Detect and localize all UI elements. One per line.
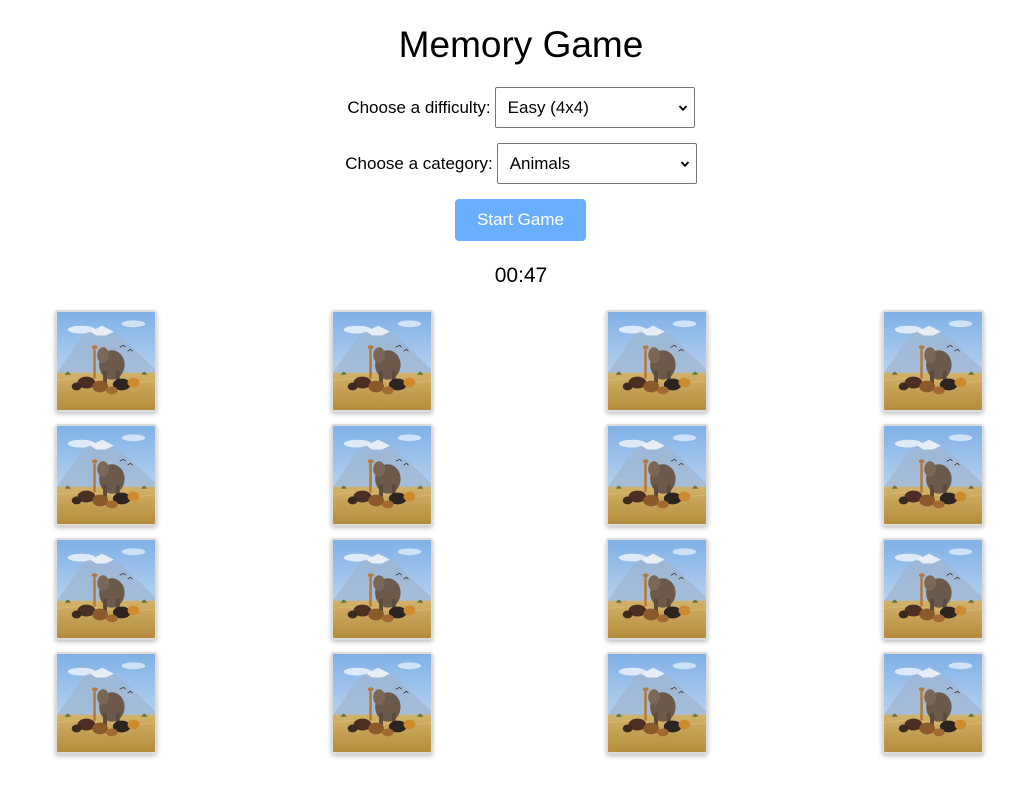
memory-card[interactable] (882, 424, 984, 526)
memory-card[interactable] (606, 652, 708, 754)
safari-animals-image (884, 540, 982, 638)
memory-card[interactable] (55, 538, 157, 640)
memory-card[interactable] (55, 310, 157, 412)
memory-card[interactable] (606, 424, 708, 526)
memory-card[interactable] (882, 652, 984, 754)
safari-animals-image (608, 654, 706, 752)
safari-animals-image (333, 654, 431, 752)
safari-animals-image (57, 654, 155, 752)
safari-animals-image (333, 426, 431, 524)
memory-card[interactable] (331, 310, 433, 412)
memory-card[interactable] (882, 310, 984, 412)
safari-animals-image (608, 540, 706, 638)
safari-animals-image (57, 426, 155, 524)
safari-animals-image (57, 540, 155, 638)
memory-game-app: Memory Game Choose a difficulty: Easy (4… (0, 0, 1024, 790)
safari-animals-image (608, 312, 706, 410)
memory-card[interactable] (331, 424, 433, 526)
memory-card[interactable] (606, 538, 708, 640)
safari-animals-image (333, 312, 431, 410)
safari-animals-image (57, 312, 155, 410)
memory-card[interactable] (606, 310, 708, 412)
safari-animals-image (608, 426, 706, 524)
memory-card[interactable] (55, 424, 157, 526)
safari-animals-image (333, 540, 431, 638)
memory-card[interactable] (331, 538, 433, 640)
safari-animals-image (884, 426, 982, 524)
memory-card[interactable] (55, 652, 157, 754)
memory-card[interactable] (331, 652, 433, 754)
safari-animals-image (884, 654, 982, 752)
memory-card[interactable] (882, 538, 984, 640)
safari-animals-image (884, 312, 982, 410)
card-grid (0, 0, 1024, 790)
